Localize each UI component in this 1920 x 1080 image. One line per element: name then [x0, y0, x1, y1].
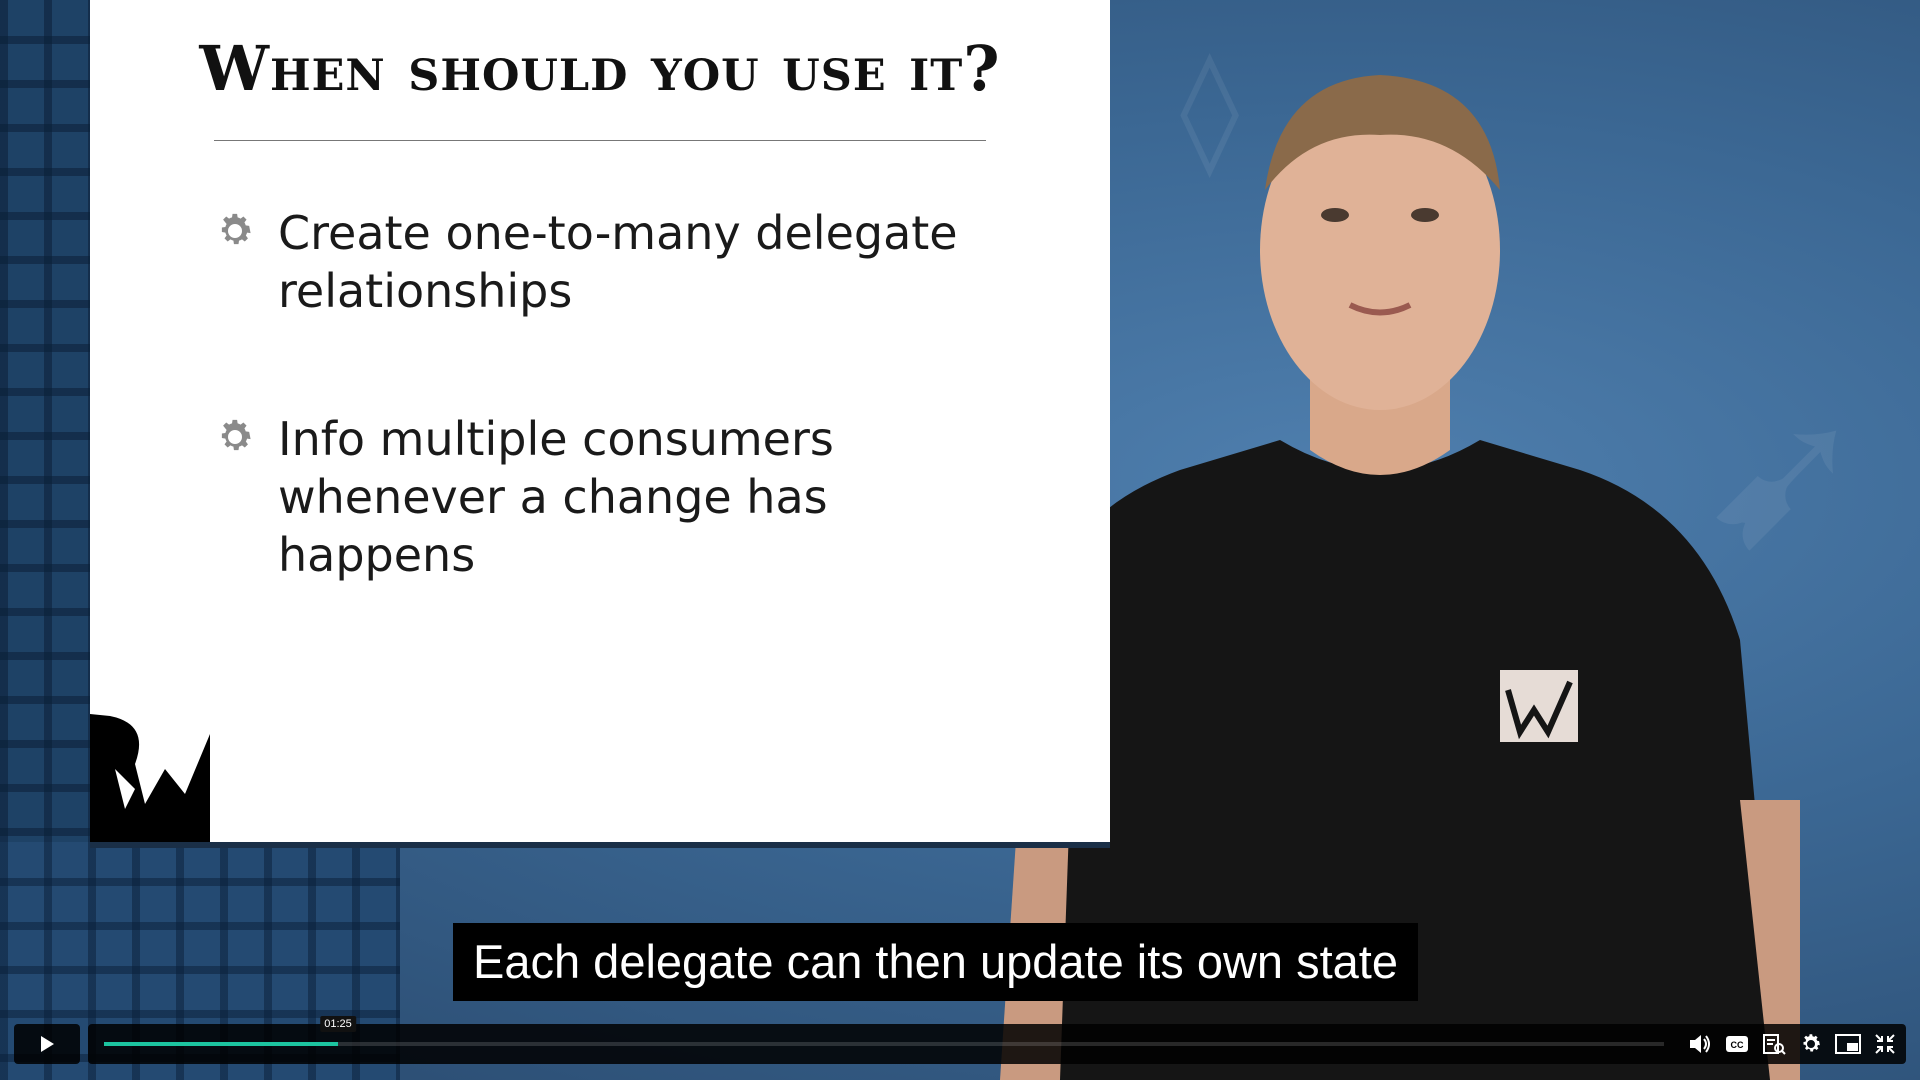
picture-in-picture-icon — [1835, 1034, 1861, 1054]
transcript-button[interactable] — [1761, 1031, 1787, 1057]
control-icons: CC — [1687, 1024, 1898, 1064]
bullet-text: Create one-to-many delegate relationship… — [278, 206, 958, 318]
title-divider — [214, 140, 986, 141]
gear-icon — [221, 213, 251, 245]
progress-track[interactable]: 01:25 — [104, 1016, 1664, 1046]
exit-fullscreen-icon — [1875, 1034, 1895, 1054]
video-frame[interactable]: ◊ ➹ When should you use it? Create one-t… — [0, 0, 1920, 1080]
brand-logo — [90, 714, 210, 842]
progress-fill — [104, 1042, 338, 1046]
exit-fullscreen-button[interactable] — [1872, 1031, 1898, 1057]
subtitle-caption: Each delegate can then update its own st… — [453, 923, 1418, 1001]
captions-button[interactable]: CC — [1724, 1031, 1750, 1057]
player-controls: 01:25 CC — [14, 1016, 1906, 1064]
slide-title: When should you use it? — [199, 32, 1001, 105]
gear-icon — [221, 419, 251, 451]
current-time-tooltip: 01:25 — [320, 1016, 356, 1032]
settings-button[interactable] — [1798, 1031, 1824, 1057]
presentation-slide: When should you use it? Create one-to-ma… — [90, 0, 1110, 842]
bullet-text: Info multiple consumers whenever a chang… — [278, 412, 834, 582]
settings-icon — [1803, 1034, 1820, 1052]
volume-icon — [1690, 1035, 1710, 1053]
control-bar: 01:25 CC — [88, 1016, 1906, 1064]
play-button[interactable] — [14, 1024, 80, 1064]
volume-button[interactable] — [1687, 1031, 1713, 1057]
captions-icon: CC — [1726, 1036, 1748, 1052]
transcript-icon — [1763, 1034, 1786, 1055]
picture-in-picture-button[interactable] — [1835, 1031, 1861, 1057]
play-icon — [41, 1036, 54, 1052]
svg-text:CC: CC — [1731, 1040, 1744, 1050]
